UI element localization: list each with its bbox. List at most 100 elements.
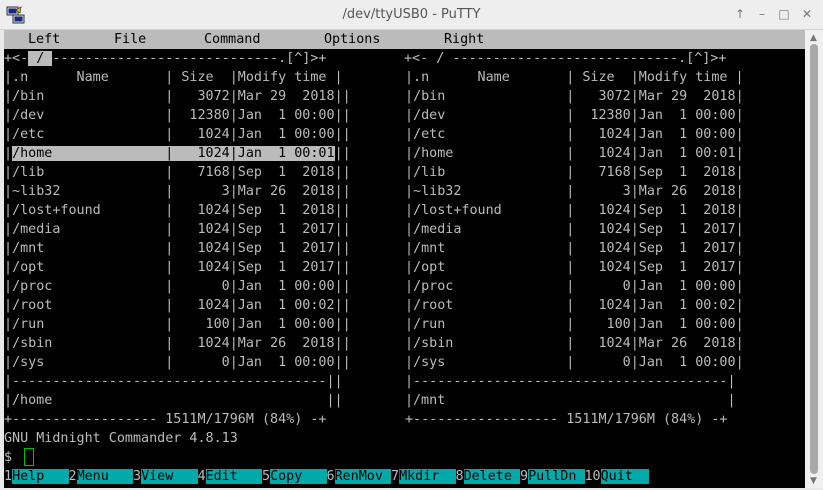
entry-fields: /root | 1024|Jan 1 00:02 xyxy=(12,298,335,313)
entry-fields: /sbin | 1024|Mar 26 2018 xyxy=(12,336,335,351)
left-panel-file-row[interactable]: |/bin | 3072|Mar 29 2018|| xyxy=(4,87,351,106)
file-size: | 1024 xyxy=(566,222,631,237)
fkey-delete-button[interactable]: Delete xyxy=(463,469,520,484)
right-panel-file-row[interactable]: |/sbin | 1024|Mar 26 2018| xyxy=(405,334,744,353)
menu-command[interactable]: Command xyxy=(204,30,260,49)
file-name: /sbin xyxy=(12,336,166,351)
file-name: /media xyxy=(12,222,166,237)
scrollbar-thumb[interactable] xyxy=(810,44,818,474)
right-panel-file-row[interactable]: |/lost+found | 1024|Sep 1 2018| xyxy=(405,201,744,220)
file-mtime: |Mar 26 2018 xyxy=(630,184,736,199)
left-panel-file-row[interactable]: |~lib32 | 3|Mar 26 2018|| xyxy=(4,182,351,201)
left-panel-file-row[interactable]: |/lib | 7168|Sep 1 2018|| xyxy=(4,163,351,182)
window-titlebar[interactable]: /dev/ttyUSB0 - PuTTY ↑ – □ ✕ xyxy=(0,0,823,30)
file-name: /mnt xyxy=(12,241,166,256)
left-panel-separator: |---------------------------------------… xyxy=(4,374,343,389)
fkey-number: 7 xyxy=(391,469,400,484)
menu-right[interactable]: Right xyxy=(444,30,484,49)
file-mtime: |Sep 1 2017 xyxy=(229,222,335,237)
right-panel-file-row[interactable]: |~lib32 | 3|Mar 26 2018| xyxy=(405,182,744,201)
right-panel-file-row[interactable]: |/proc | 0|Jan 1 00:00| xyxy=(405,277,744,296)
scroll-up-arrow-icon[interactable]: ▲ xyxy=(810,33,817,43)
fkey-pulldn-button[interactable]: PullDn xyxy=(528,469,585,484)
left-panel-file-row[interactable]: |/etc | 1024|Jan 1 00:00|| xyxy=(4,125,351,144)
entry-fields: /etc | 1024|Jan 1 00:00 xyxy=(413,127,736,142)
file-size: | 3 xyxy=(566,184,631,199)
file-name: /run xyxy=(413,317,567,332)
left-panel-file-row[interactable]: |/run | 100|Jan 1 00:00|| xyxy=(4,315,351,334)
maximize-button[interactable]: □ xyxy=(776,6,792,22)
fkey-menu-button[interactable]: Menu xyxy=(76,469,133,484)
right-panel-separator: |---------------------------------------… xyxy=(405,374,736,389)
file-size: | 1024 xyxy=(566,260,631,275)
left-panel-file-row[interactable]: |/sbin | 1024|Mar 26 2018|| xyxy=(4,334,351,353)
scroll-up-button[interactable]: ↑ xyxy=(732,6,748,22)
right-panel-file-row[interactable]: |/root | 1024|Jan 1 00:02| xyxy=(405,296,744,315)
entry-fields: /media | 1024|Sep 1 2017 xyxy=(12,222,335,237)
fkey-copy-button[interactable]: Copy xyxy=(270,469,327,484)
right-panel-file-row[interactable]: |/opt | 1024|Sep 1 2017| xyxy=(405,258,744,277)
file-size: | 1024 xyxy=(165,241,230,256)
left-panel-mini-status-line: | || xyxy=(4,393,343,408)
file-name: /mnt xyxy=(413,241,567,256)
fkey-edit-button[interactable]: Edit xyxy=(205,469,262,484)
fkey-renmov-button[interactable]: RenMov xyxy=(334,469,391,484)
file-name: /lib xyxy=(12,165,166,180)
file-size: | 12380 xyxy=(566,108,631,123)
file-size: | 100 xyxy=(165,317,230,332)
menu-file[interactable]: File xyxy=(114,30,146,49)
file-mtime: |Jan 1 00:00 xyxy=(229,317,335,332)
entry-fields: /media | 1024|Sep 1 2017 xyxy=(413,222,736,237)
left-panel-file-row[interactable]: |/mnt | 1024|Sep 1 2017|| xyxy=(4,239,351,258)
fkey-quit-button[interactable]: Quit xyxy=(600,469,649,484)
left-panel-file-row[interactable]: |/sys | 0|Jan 1 00:00|| xyxy=(4,353,351,372)
left-panel-file-row[interactable]: |/lost+found | 1024|Sep 1 2018|| xyxy=(4,201,351,220)
file-size: | 3 xyxy=(165,184,230,199)
menu-left[interactable]: Left xyxy=(28,30,60,49)
right-panel-file-row[interactable]: |/etc | 1024|Jan 1 00:00| xyxy=(405,125,744,144)
minimize-button[interactable]: – xyxy=(754,6,770,22)
close-button[interactable]: ✕ xyxy=(799,6,815,22)
file-size: | 12380 xyxy=(165,108,230,123)
entry-fields: /dev | 12380|Jan 1 00:00 xyxy=(413,108,736,123)
file-mtime: |Jan 1 00:00 xyxy=(630,279,736,294)
left-panel-file-row[interactable]: |/opt | 1024|Sep 1 2017|| xyxy=(4,258,351,277)
file-name: /home xyxy=(12,146,166,161)
left-panel-file-row[interactable]: |/home | 1024|Jan 1 00:01|| xyxy=(4,144,351,163)
scroll-down-arrow-icon[interactable]: ▼ xyxy=(810,476,817,486)
file-size: | 1024 xyxy=(165,222,230,237)
terminal-scrollbar[interactable]: ▲ ▼ xyxy=(805,30,823,488)
right-panel-file-row[interactable]: |/sys | 0|Jan 1 00:00| xyxy=(405,353,744,372)
right-panel-file-row[interactable]: |/dev | 12380|Jan 1 00:00| xyxy=(405,106,744,125)
entry-fields: /home | 1024|Jan 1 00:01 xyxy=(413,146,736,161)
right-panel-file-row[interactable]: |/run | 100|Jan 1 00:00| xyxy=(405,315,744,334)
right-panel-file-row[interactable]: |/lib | 7168|Sep 1 2018| xyxy=(405,163,744,182)
fkey-mkdir-button[interactable]: Mkdir xyxy=(399,469,456,484)
right-panel-file-row[interactable]: |/mnt | 1024|Sep 1 2017| xyxy=(405,239,744,258)
right-panel-file-row[interactable]: |/bin | 3072|Mar 29 2018| xyxy=(405,87,744,106)
fkey-number: 10 xyxy=(584,469,601,484)
left-panel-file-row[interactable]: |/dev | 12380|Jan 1 00:00|| xyxy=(4,106,351,125)
file-name: /root xyxy=(413,298,567,313)
file-size: | 3072 xyxy=(566,89,631,104)
file-name: /run xyxy=(12,317,166,332)
left-panel-path-tab[interactable]: / xyxy=(28,51,53,66)
fkey-help-button[interactable]: Help xyxy=(12,469,69,484)
fkey-view-button[interactable]: View xyxy=(141,469,198,484)
entry-fields: /mnt | 1024|Sep 1 2017 xyxy=(413,241,736,256)
left-panel-file-row[interactable]: |/proc | 0|Jan 1 00:00|| xyxy=(4,277,351,296)
file-mtime: |Jan 1 00:00 xyxy=(630,108,736,123)
entry-fields: /opt | 1024|Sep 1 2017 xyxy=(413,260,736,275)
file-mtime: |Jan 1 00:01 xyxy=(630,146,736,161)
right-panel-file-row[interactable]: |/home | 1024|Jan 1 00:01| xyxy=(405,144,744,163)
left-panel-file-row[interactable]: |/media | 1024|Sep 1 2017|| xyxy=(4,220,351,239)
file-size: | 1024 xyxy=(566,298,631,313)
file-mtime: |Mar 29 2018 xyxy=(229,89,335,104)
entry-fields: /sys | 0|Jan 1 00:00 xyxy=(12,355,335,370)
terminal-screen[interactable]: Left File Command Options Right +<- / --… xyxy=(4,30,805,488)
terminal-cursor[interactable] xyxy=(24,448,34,466)
file-mtime: |Jan 1 00:00 xyxy=(630,355,736,370)
right-panel-file-row[interactable]: |/media | 1024|Sep 1 2017| xyxy=(405,220,744,239)
left-panel-file-row[interactable]: |/root | 1024|Jan 1 00:02|| xyxy=(4,296,351,315)
menu-options[interactable]: Options xyxy=(324,30,380,49)
